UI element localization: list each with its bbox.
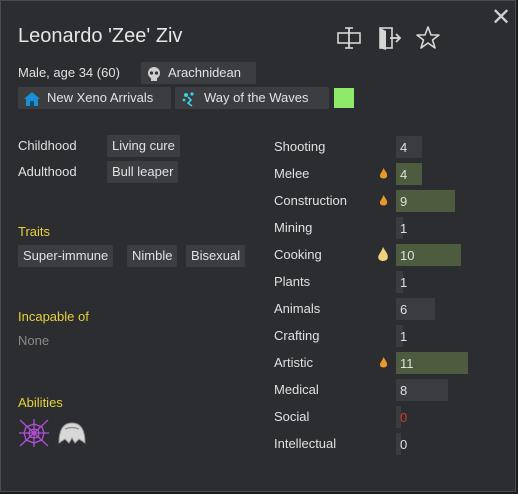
skill-name: Plants [274, 274, 311, 289]
favorite-color-swatch[interactable] [334, 88, 354, 108]
incapable-heading: Incapable of [18, 309, 89, 324]
incapable-value: None [18, 333, 50, 348]
skill-name: Melee [274, 166, 310, 181]
minor-passion-icon [379, 195, 388, 206]
skill-value: 4 [400, 167, 408, 182]
trait-chip[interactable]: Super-immune [18, 245, 114, 267]
ideology-label: Way of the Waves [204, 90, 309, 105]
skill-value: 1 [400, 221, 408, 236]
abilities-heading: Abilities [18, 395, 63, 410]
skill-name: Artistic [274, 355, 313, 370]
major-passion-icon [378, 247, 388, 261]
skill-value: 11 [400, 356, 414, 371]
adulthood-label: Adulthood [18, 164, 77, 179]
ideology-chip[interactable]: Way of the Waves [175, 87, 329, 109]
skill-value: 1 [400, 329, 408, 344]
close-icon[interactable]: ✕ [490, 6, 512, 30]
childhood-label: Childhood [18, 138, 77, 153]
skill-value: 4 [400, 140, 408, 155]
skill-name: Mining [274, 220, 313, 235]
shell-ability-icon[interactable] [57, 419, 87, 447]
xenotype-skull-icon [148, 66, 160, 81]
skill-value: 9 [400, 194, 408, 209]
childhood-backstory[interactable]: Living cure [107, 135, 180, 157]
skill-name: Animals [274, 301, 321, 316]
minor-passion-icon [379, 357, 388, 368]
traits-heading: Traits [18, 224, 51, 239]
faction-house-icon [24, 91, 40, 106]
skill-name: Shooting [274, 139, 326, 154]
trait-chip[interactable]: Bisexual [186, 245, 246, 267]
skill-value: 0 [400, 410, 408, 425]
skill-value: 10 [400, 248, 415, 263]
skill-name: Intellectual [274, 436, 337, 451]
skill-name: Cooking [274, 247, 322, 262]
skill-name: Crafting [274, 328, 320, 343]
colonist-name[interactable]: Leonardo 'Zee' Ziv [18, 25, 182, 48]
adulthood-backstory[interactable]: Bull leaper [107, 161, 179, 183]
skill-value: 1 [400, 275, 408, 290]
banish-icon[interactable] [377, 25, 403, 51]
ideology-icon [182, 91, 194, 107]
skill-name: Social [274, 409, 310, 424]
trait-chip[interactable]: Nimble [127, 245, 178, 267]
xenotype-label: Arachnidean [168, 65, 241, 80]
rename-icon[interactable] [336, 25, 362, 51]
favorite-star-icon[interactable] [415, 25, 441, 51]
character-card-panel: ✕ Leonardo 'Zee' Ziv Male, age 34 (60) A… [0, 0, 516, 492]
minor-passion-icon [379, 168, 388, 179]
skill-value: 6 [400, 302, 408, 317]
colonist-description: Male, age 34 (60) [18, 65, 120, 80]
skill-name: Construction [274, 193, 347, 208]
skill-value: 0 [400, 437, 408, 452]
xenotype-chip[interactable]: Arachnidean [141, 62, 256, 84]
faction-chip[interactable]: New Xeno Arrivals [18, 87, 171, 109]
skill-name: Medical [274, 382, 319, 397]
web-ability-icon[interactable] [18, 418, 50, 448]
skill-value: 8 [400, 383, 408, 398]
faction-label: New Xeno Arrivals [47, 90, 154, 105]
